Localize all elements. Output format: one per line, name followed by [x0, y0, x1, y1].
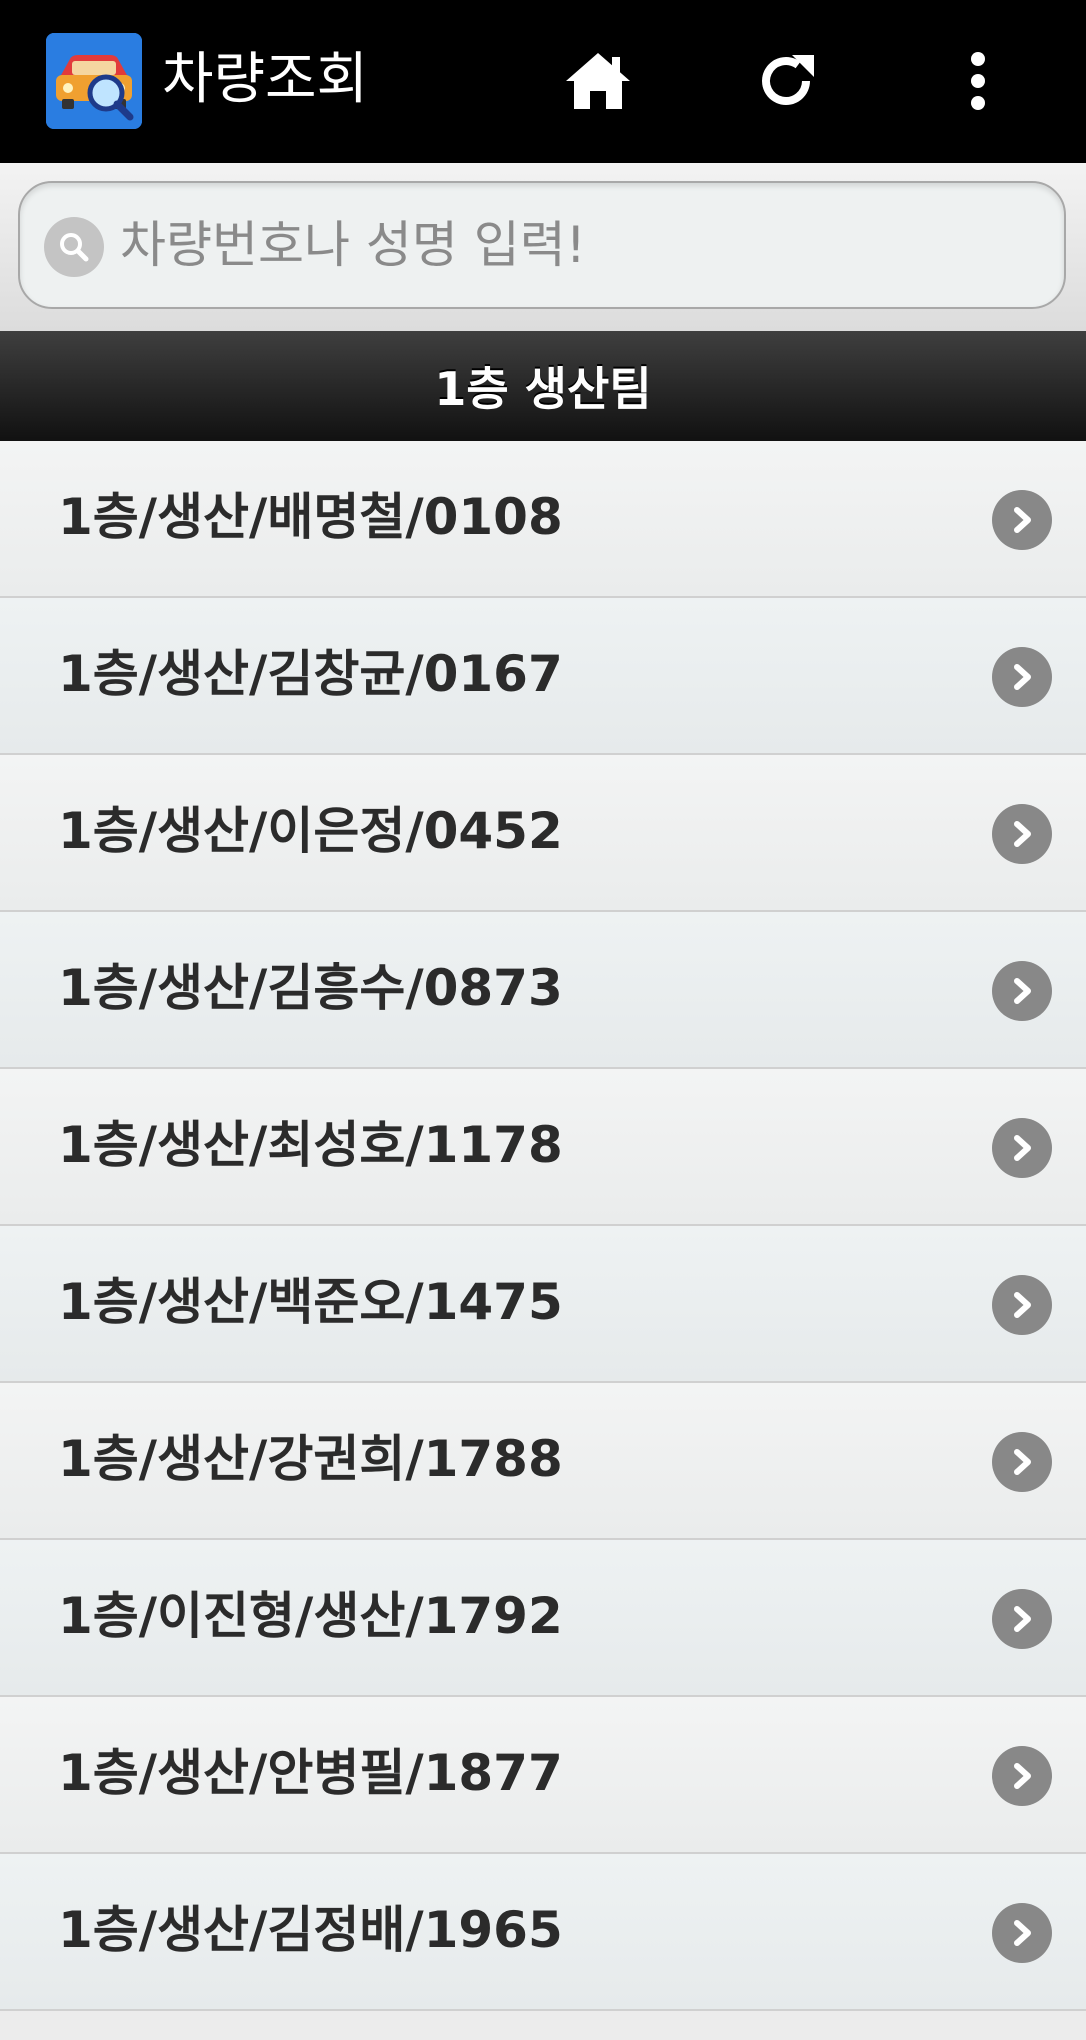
- list-divider-label: 1층 생산팀: [434, 362, 652, 416]
- list-item[interactable]: 1층/생산/최성호/1178: [0, 1069, 1086, 1226]
- list-item[interactable]: 1층/생산/김정배/1965: [0, 1854, 1086, 2011]
- refresh-icon: [762, 55, 814, 105]
- list-item[interactable]: 1층/생산/강권희/1788: [0, 1383, 1086, 1540]
- chevron-right-icon: [992, 647, 1052, 707]
- more-vertical-icon: [971, 52, 985, 110]
- chevron-right-icon: [992, 490, 1052, 550]
- list-item[interactable]: 1층/생산/안병필/1877: [0, 1697, 1086, 1854]
- list-item-label: 1층/생산/이은정/0452: [58, 802, 563, 860]
- list-item[interactable]: 1층/생산/김창균/0167: [0, 598, 1086, 755]
- list-item[interactable]: 1층/생산/배명철/0108: [0, 441, 1086, 598]
- search-bar: [0, 163, 1086, 331]
- chevron-right-icon: [992, 1589, 1052, 1649]
- chevron-right-icon: [992, 1432, 1052, 1492]
- list-item-label: 1층/생산/백준오/1475: [58, 1273, 563, 1331]
- home-button[interactable]: [550, 33, 646, 129]
- home-icon: [566, 53, 630, 109]
- search-icon: [44, 217, 104, 277]
- list-item[interactable]: 1층/생산/김흥수/0873: [0, 912, 1086, 1069]
- list-item[interactable]: 1층/생산/이은정/0452: [0, 755, 1086, 912]
- list-item-label: 1층/생산/김흥수/0873: [58, 959, 563, 1017]
- employee-list: 1층/생산/배명철/0108 1층/생산/김창균/0167 1층/생산/이은정/…: [0, 441, 1086, 2011]
- app-screen: 차량조회 차량번호나 성명 입력! 1층 생산팀 1층/생산/배명철/0108 …: [0, 0, 1086, 2040]
- list-item-label: 1층/생산/김정배/1965: [58, 1901, 563, 1959]
- chevron-right-icon: [992, 1118, 1052, 1178]
- search-box[interactable]: [18, 181, 1066, 309]
- list-item-label: 1층/생산/배명철/0108: [58, 488, 563, 546]
- list-item[interactable]: 1층/이진형/생산/1792: [0, 1540, 1086, 1697]
- list-item-label: 1층/생산/안병필/1877: [58, 1744, 563, 1802]
- chevron-right-icon: [992, 1903, 1052, 1963]
- action-bar: 차량조회: [0, 0, 1086, 163]
- chevron-right-icon: [992, 804, 1052, 864]
- car-search-icon: [46, 33, 142, 129]
- chevron-right-icon: [992, 961, 1052, 1021]
- list-item-label: 1층/생산/김창균/0167: [58, 645, 563, 703]
- overflow-menu-button[interactable]: [930, 33, 1026, 129]
- list-item-label: 1층/이진형/생산/1792: [58, 1587, 563, 1645]
- chevron-right-icon: [992, 1275, 1052, 1335]
- list-item-label: 1층/생산/최성호/1178: [58, 1116, 563, 1174]
- list-item[interactable]: 1층/생산/백준오/1475: [0, 1226, 1086, 1383]
- list-item-label: 1층/생산/강권희/1788: [58, 1430, 563, 1488]
- search-input[interactable]: [120, 201, 1040, 289]
- list-divider: 1층 생산팀: [0, 331, 1086, 441]
- app-title: 차량조회: [162, 47, 369, 112]
- chevron-right-icon: [992, 1746, 1052, 1806]
- refresh-button[interactable]: [740, 33, 836, 129]
